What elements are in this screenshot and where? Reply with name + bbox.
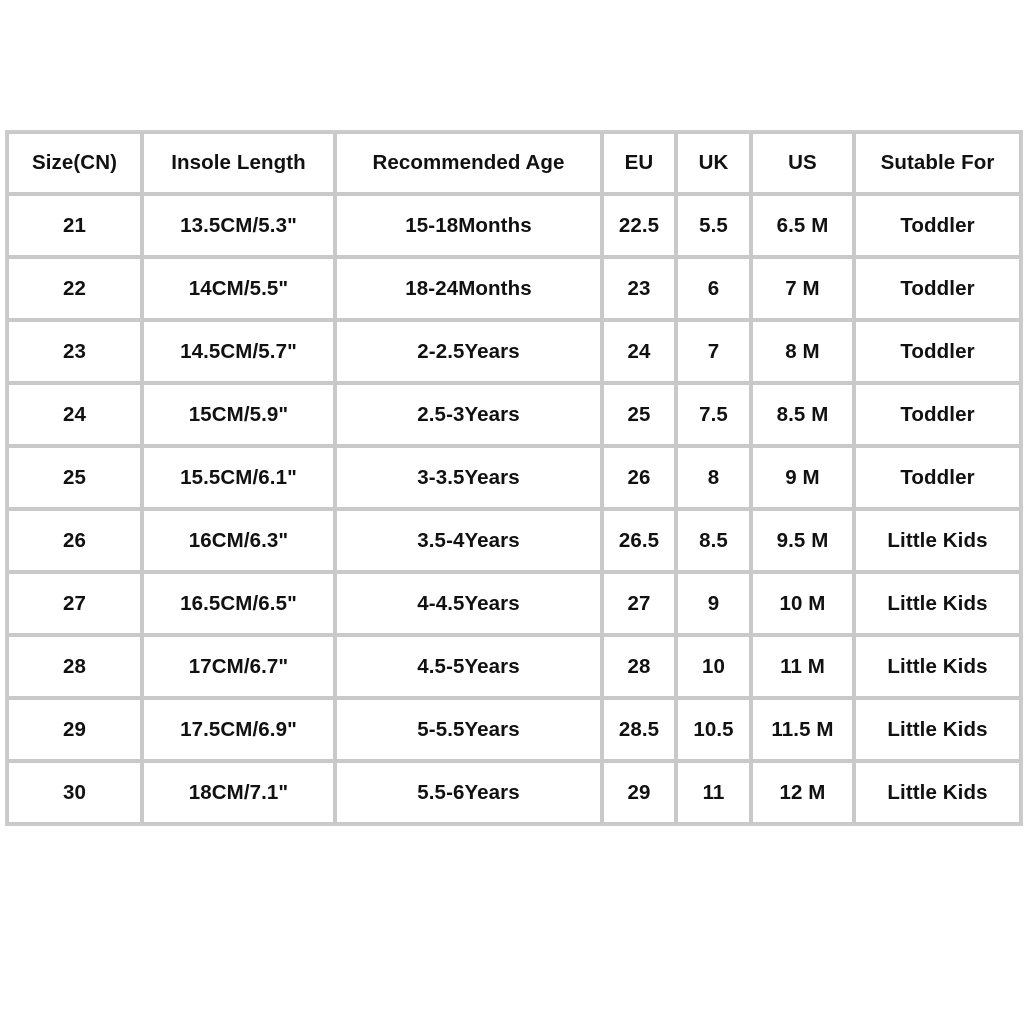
- column-header-us: US: [751, 132, 854, 194]
- cell-size-cn: 25: [7, 446, 142, 509]
- cell-insole-length: 14.5CM/5.7": [142, 320, 335, 383]
- cell-size-cn: 29: [7, 698, 142, 761]
- cell-uk: 8.5: [676, 509, 751, 572]
- cell-us: 6.5 M: [751, 194, 854, 257]
- cell-eu: 23: [602, 257, 676, 320]
- cell-eu: 26: [602, 446, 676, 509]
- cell-size-cn: 28: [7, 635, 142, 698]
- cell-uk: 7: [676, 320, 751, 383]
- cell-eu: 28: [602, 635, 676, 698]
- cell-uk: 10: [676, 635, 751, 698]
- table-row: 21 13.5CM/5.3" 15-18Months 22.5 5.5 6.5 M Todd…: [7, 194, 1021, 257]
- cell-suitable-for: Toddler: [854, 383, 1021, 446]
- cell-recommended-age: 2.5-3Years: [335, 383, 602, 446]
- cell-recommended-age: 4.5-5Years: [335, 635, 602, 698]
- column-header-uk: UK: [676, 132, 751, 194]
- column-header-recommended-age: Recommended Age: [335, 132, 602, 194]
- cell-uk: 7.5: [676, 383, 751, 446]
- cell-uk: 9: [676, 572, 751, 635]
- cell-recommended-age: 2-2.5Years: [335, 320, 602, 383]
- cell-recommended-age: 15-18Months: [335, 194, 602, 257]
- cell-eu: 25: [602, 383, 676, 446]
- column-header-eu: EU: [602, 132, 676, 194]
- cell-eu: 26.5: [602, 509, 676, 572]
- column-header-insole-length: Insole Length: [142, 132, 335, 194]
- table-row: 25 15.5CM/6.1" 3-3.5Years 26 8 9 M Toddler: [7, 446, 1021, 509]
- cell-uk: 10.5: [676, 698, 751, 761]
- cell-suitable-for: Little Kids: [854, 761, 1021, 824]
- table-header-row: Size(CN) Insole Length Recommended Age EU UK…: [7, 132, 1021, 194]
- table-row: 28 17CM/6.7" 4.5-5Years 28 10 11 M Little Kids: [7, 635, 1021, 698]
- cell-eu: 24: [602, 320, 676, 383]
- cell-us: 8 M: [751, 320, 854, 383]
- table-row: 24 15CM/5.9" 2.5-3Years 25 7.5 8.5 M Toddler: [7, 383, 1021, 446]
- cell-recommended-age: 5-5.5Years: [335, 698, 602, 761]
- cell-us: 9 M: [751, 446, 854, 509]
- cell-us: 11 M: [751, 635, 854, 698]
- table-body: 21 13.5CM/5.3" 15-18Months 22.5 5.5 6.5 M Todd…: [7, 194, 1021, 824]
- cell-us: 10 M: [751, 572, 854, 635]
- cell-uk: 6: [676, 257, 751, 320]
- cell-insole-length: 17CM/6.7": [142, 635, 335, 698]
- cell-uk: 11: [676, 761, 751, 824]
- cell-suitable-for: Little Kids: [854, 572, 1021, 635]
- cell-insole-length: 15.5CM/6.1": [142, 446, 335, 509]
- cell-size-cn: 27: [7, 572, 142, 635]
- cell-insole-length: 18CM/7.1": [142, 761, 335, 824]
- cell-eu: 27: [602, 572, 676, 635]
- table-row: 30 18CM/7.1" 5.5-6Years 29 11 12 M Little Kids: [7, 761, 1021, 824]
- cell-insole-length: 16.5CM/6.5": [142, 572, 335, 635]
- cell-size-cn: 23: [7, 320, 142, 383]
- cell-suitable-for: Toddler: [854, 320, 1021, 383]
- size-chart-table: Size(CN) Insole Length Recommended Age EU UK…: [5, 130, 1023, 826]
- cell-suitable-for: Little Kids: [854, 509, 1021, 572]
- cell-uk: 8: [676, 446, 751, 509]
- cell-suitable-for: Little Kids: [854, 635, 1021, 698]
- cell-eu: 28.5: [602, 698, 676, 761]
- cell-recommended-age: 18-24Months: [335, 257, 602, 320]
- table-row: 26 16CM/6.3" 3.5-4Years 26.5 8.5 9.5 M Little …: [7, 509, 1021, 572]
- cell-suitable-for: Toddler: [854, 446, 1021, 509]
- cell-insole-length: 14CM/5.5": [142, 257, 335, 320]
- size-chart-container: Size(CN) Insole Length Recommended Age EU UK…: [5, 130, 1023, 826]
- cell-recommended-age: 4-4.5Years: [335, 572, 602, 635]
- cell-insole-length: 17.5CM/6.9": [142, 698, 335, 761]
- cell-us: 9.5 M: [751, 509, 854, 572]
- table-row: 23 14.5CM/5.7" 2-2.5Years 24 7 8 M Toddler: [7, 320, 1021, 383]
- cell-eu: 22.5: [602, 194, 676, 257]
- cell-uk: 5.5: [676, 194, 751, 257]
- cell-size-cn: 21: [7, 194, 142, 257]
- table-row: 27 16.5CM/6.5" 4-4.5Years 27 9 10 M Little Kid…: [7, 572, 1021, 635]
- column-header-size-cn: Size(CN): [7, 132, 142, 194]
- cell-recommended-age: 3.5-4Years: [335, 509, 602, 572]
- cell-suitable-for: Toddler: [854, 257, 1021, 320]
- cell-recommended-age: 5.5-6Years: [335, 761, 602, 824]
- cell-recommended-age: 3-3.5Years: [335, 446, 602, 509]
- table-row: 29 17.5CM/6.9" 5-5.5Years 28.5 10.5 11.5 M Lit…: [7, 698, 1021, 761]
- cell-size-cn: 30: [7, 761, 142, 824]
- cell-us: 12 M: [751, 761, 854, 824]
- cell-us: 7 M: [751, 257, 854, 320]
- table-row: 22 14CM/5.5" 18-24Months 23 6 7 M Toddler: [7, 257, 1021, 320]
- cell-insole-length: 15CM/5.9": [142, 383, 335, 446]
- cell-insole-length: 13.5CM/5.3": [142, 194, 335, 257]
- cell-size-cn: 24: [7, 383, 142, 446]
- cell-eu: 29: [602, 761, 676, 824]
- cell-suitable-for: Toddler: [854, 194, 1021, 257]
- cell-size-cn: 22: [7, 257, 142, 320]
- table-header: Size(CN) Insole Length Recommended Age EU UK…: [7, 132, 1021, 194]
- cell-suitable-for: Little Kids: [854, 698, 1021, 761]
- cell-size-cn: 26: [7, 509, 142, 572]
- cell-us: 11.5 M: [751, 698, 854, 761]
- cell-us: 8.5 M: [751, 383, 854, 446]
- cell-insole-length: 16CM/6.3": [142, 509, 335, 572]
- column-header-suitable-for: Sutable For: [854, 132, 1021, 194]
